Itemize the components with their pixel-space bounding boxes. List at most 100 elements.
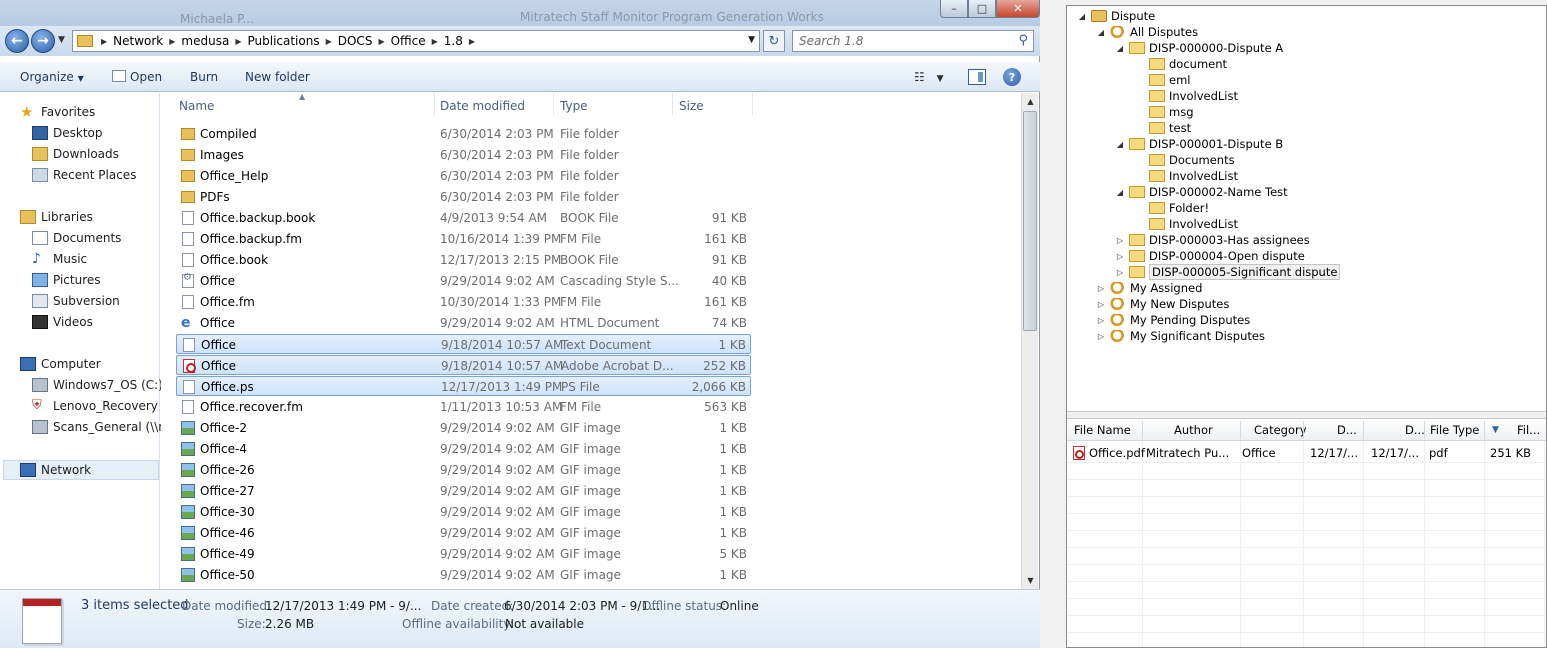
column-date-2[interactable]: D... (1405, 423, 1425, 437)
tree-node[interactable]: InvolvedList (1135, 168, 1238, 184)
address-bar[interactable]: ▶ Network ▶ medusa ▶ Publications ▶ DOCS… (72, 30, 760, 52)
column-date-modified[interactable]: Date modified (440, 99, 525, 113)
tree-node[interactable]: document (1135, 56, 1227, 72)
column-size[interactable]: Size (679, 99, 704, 113)
column-date-1[interactable]: D... (1337, 423, 1357, 437)
search-input[interactable]: Search 1.8 ⚲ (792, 30, 1034, 52)
change-view-button[interactable]: ☷ ▼ (914, 70, 944, 84)
file-row[interactable]: Images 6/30/2014 2:03 PM File folder (176, 145, 751, 165)
collapse-icon[interactable]: ◢ (1115, 140, 1125, 149)
breadcrumb-publications[interactable]: Publications (247, 34, 319, 48)
tree-node[interactable]: ▷ My Significant Disputes (1096, 328, 1265, 344)
nav-downloads[interactable]: Downloads (32, 144, 119, 164)
chevron-right-icon[interactable]: ▶ (432, 37, 438, 46)
organize-button[interactable]: Organize ▼ (20, 70, 84, 84)
tree-node[interactable]: ◢ DISP-000002-Name Test (1115, 184, 1288, 200)
breadcrumb-office[interactable]: Office (391, 34, 426, 48)
help-button[interactable]: ? (1003, 68, 1021, 86)
nav-lenovo-recovery[interactable]: ⛨ Lenovo_Recovery (Q (32, 396, 176, 416)
column-divider[interactable] (434, 93, 435, 115)
file-row[interactable]: Office-49 9/29/2014 9:02 AM GIF image 5 KB (176, 544, 751, 564)
file-row[interactable]: Office 9/18/2014 10:57 AM Adobe Acrobat D.… (176, 355, 751, 375)
column-divider[interactable] (1240, 421, 1241, 439)
file-row[interactable]: Office-27 9/29/2014 9:02 AM GIF image 1 KB (176, 481, 751, 501)
nav-scans-general[interactable]: Scans_General (\\mt (32, 417, 175, 437)
tree-node[interactable]: ▷ My New Disputes (1096, 296, 1229, 312)
expand-icon[interactable]: ▷ (1096, 300, 1106, 309)
collapse-icon[interactable]: ◢ (1115, 44, 1125, 53)
column-divider[interactable] (1363, 421, 1364, 439)
file-row[interactable]: Office-26 9/29/2014 9:02 AM GIF image 1 KB (176, 460, 751, 480)
search-icon[interactable]: ⚲ (1018, 33, 1028, 48)
file-row[interactable]: Office-50 9/29/2014 9:02 AM GIF image 1 KB (176, 565, 751, 585)
column-divider[interactable] (1424, 421, 1425, 439)
nav-favorites[interactable]: ★ Favorites (20, 102, 95, 122)
column-file-type[interactable]: File Type (1430, 423, 1479, 437)
chevron-right-icon[interactable]: ▶ (101, 37, 107, 46)
cell-date-2[interactable]: 12/17/... (1371, 446, 1419, 460)
collapse-icon[interactable]: ◢ (1096, 28, 1106, 37)
file-row[interactable]: e Office 9/29/2014 9:02 AM HTML Document 74 … (176, 313, 751, 333)
column-file-name[interactable]: File Name (1074, 423, 1131, 437)
forward-button[interactable]: → (31, 29, 55, 53)
nav-pictures[interactable]: Pictures (32, 270, 101, 290)
file-row[interactable]: Office.backup.book 4/9/2013 9:54 AM BOOK F… (176, 208, 751, 228)
column-divider[interactable] (553, 93, 554, 115)
tree-node[interactable]: InvolvedList (1135, 216, 1238, 232)
expand-icon[interactable]: ▷ (1115, 268, 1125, 277)
cell-author[interactable]: Mitratech Pu... (1146, 446, 1229, 460)
column-divider[interactable] (672, 93, 673, 115)
chevron-right-icon[interactable]: ▶ (326, 37, 332, 46)
tree-node[interactable]: ▷ My Assigned (1096, 280, 1202, 296)
cell-file-size[interactable]: 251 KB (1490, 446, 1531, 460)
column-type[interactable]: Type (560, 99, 588, 113)
chevron-right-icon[interactable]: ▶ (235, 37, 241, 46)
expand-icon[interactable]: ▷ (1096, 316, 1106, 325)
breadcrumb-network[interactable]: Network (113, 34, 163, 48)
new-folder-button[interactable]: New folder (245, 70, 310, 84)
nav-subversion[interactable]: Subversion (32, 291, 120, 311)
file-row[interactable]: Office-30 9/29/2014 9:02 AM GIF image 1 KB (176, 502, 751, 522)
column-name[interactable]: Name (179, 99, 214, 113)
cell-file-type[interactable]: pdf (1429, 446, 1448, 460)
nav-windows7-os[interactable]: Windows7_OS (C:) (32, 375, 163, 395)
expand-icon[interactable]: ▷ (1096, 332, 1106, 341)
chevron-right-icon[interactable]: ▶ (169, 37, 175, 46)
tree-node[interactable]: Documents (1135, 152, 1235, 168)
file-row[interactable]: Office-4 9/29/2014 9:02 AM GIF image 1 KB (176, 439, 751, 459)
tree-node[interactable]: ◢ All Disputes (1096, 24, 1198, 40)
vertical-scrollbar[interactable]: ▲ ▼ (1021, 93, 1038, 589)
recent-locations-dropdown[interactable]: ▼ (58, 35, 65, 45)
nav-libraries[interactable]: Libraries (20, 207, 93, 227)
nav-computer[interactable]: Computer (20, 354, 101, 374)
column-divider[interactable] (752, 93, 753, 115)
open-button[interactable]: Open (112, 70, 162, 84)
cell-category[interactable]: Office (1242, 446, 1276, 460)
collapse-icon[interactable]: ◢ (1077, 12, 1087, 21)
cell-file-name[interactable]: Office.pdf (1089, 446, 1145, 460)
nav-videos[interactable]: Videos (32, 312, 93, 332)
close-button[interactable]: ✕ (996, 0, 1040, 18)
file-row[interactable]: Office 9/29/2014 9:02 AM Cascading Style S… (176, 271, 751, 291)
nav-desktop[interactable]: Desktop (32, 123, 103, 143)
file-row[interactable]: Office.ps 12/17/2013 1:49 PM PS File 2,066 … (176, 376, 751, 396)
expand-icon[interactable]: ▷ (1115, 236, 1125, 245)
column-divider[interactable] (1142, 421, 1143, 439)
tree-node[interactable]: InvolvedList (1135, 88, 1238, 104)
tree-node[interactable]: ◢ DISP-000000-Dispute A (1115, 40, 1283, 56)
nav-documents[interactable]: Documents (32, 228, 121, 248)
file-row[interactable]: Office.recover.fm 1/11/2013 10:53 AM FM Fi… (176, 397, 751, 417)
tree-node[interactable]: msg (1135, 104, 1194, 120)
maximize-button[interactable]: □ (968, 0, 996, 18)
column-divider[interactable] (1303, 421, 1304, 439)
back-button[interactable]: ← (5, 29, 29, 53)
scroll-down-button[interactable]: ▼ (1022, 572, 1039, 589)
column-category[interactable]: Category (1254, 423, 1307, 437)
chevron-down-icon[interactable]: ▼ (748, 35, 755, 45)
tree-node[interactable]: Folder! (1135, 200, 1209, 216)
file-row[interactable]: Office-46 9/29/2014 9:02 AM GIF image 1 KB (176, 523, 751, 543)
file-row[interactable]: Office-2 9/29/2014 9:02 AM GIF image 1 KB (176, 418, 751, 438)
file-row[interactable]: Compiled 6/30/2014 2:03 PM File folder (176, 124, 751, 144)
nav-music[interactable]: ♪ Music (32, 249, 87, 269)
column-file-size[interactable]: Fil... (1517, 423, 1540, 437)
